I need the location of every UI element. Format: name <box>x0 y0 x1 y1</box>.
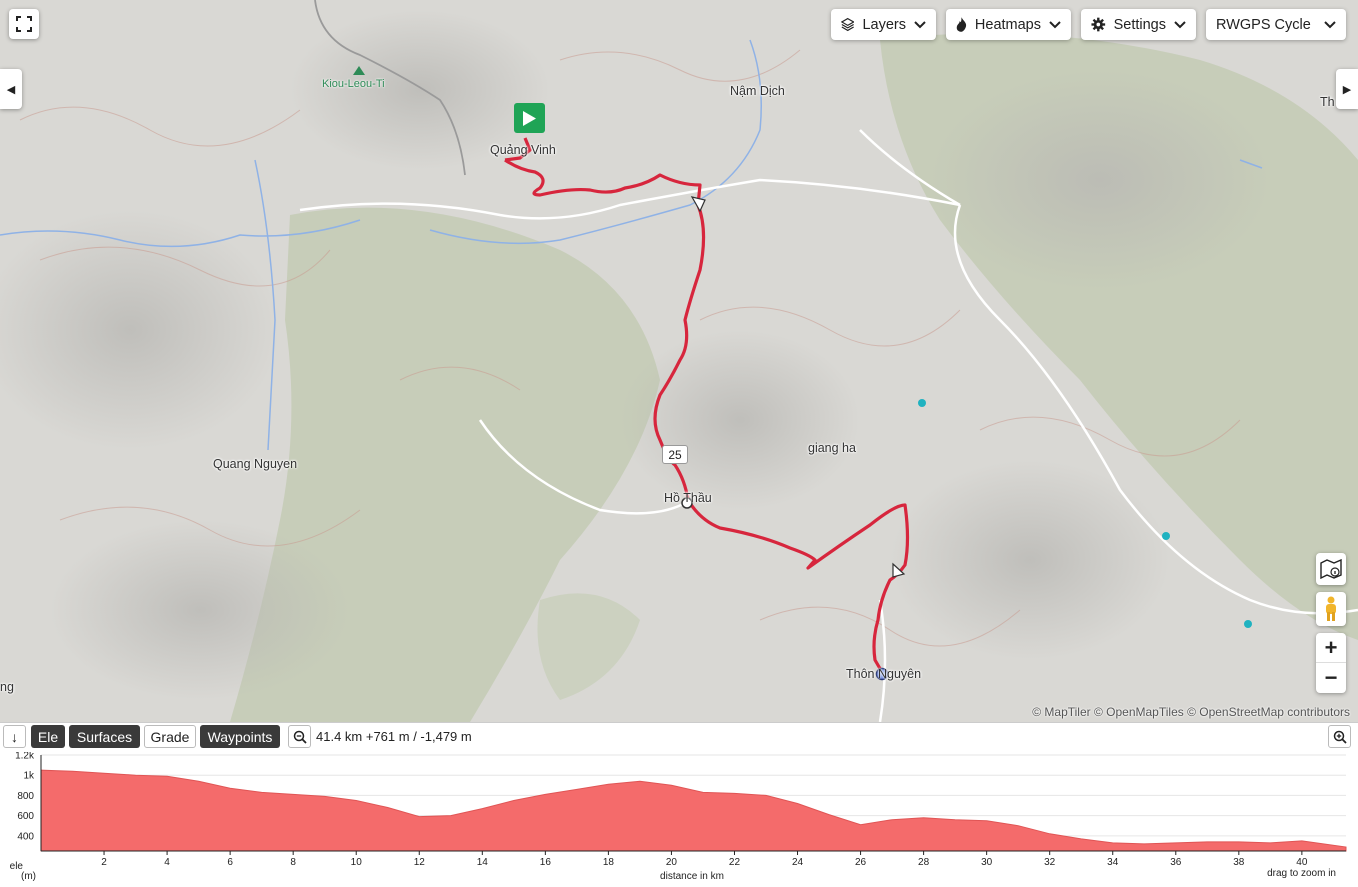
x-tick-label: 38 <box>1233 857 1245 868</box>
zoom-in-icon <box>1333 730 1347 744</box>
place-label-quang-vinh: Quảng Vinh <box>490 143 556 157</box>
x-tick-label: 20 <box>666 857 678 868</box>
x-tick-label: 28 <box>918 857 930 868</box>
place-label-giang-ha: giang ha <box>808 441 856 455</box>
collapse-panel-button[interactable]: ↓ <box>3 725 26 748</box>
chevron-down-icon <box>1324 17 1336 33</box>
zoom-out-icon <box>293 730 307 744</box>
zoom-in-button[interactable]: + <box>1316 633 1346 663</box>
place-label-quang-nguyen: Quang Nguyen <box>213 457 298 471</box>
x-tick-label: 14 <box>477 857 489 868</box>
heatmaps-label: Heatmaps <box>974 16 1041 33</box>
basemap-label: RWGPS Cycle <box>1216 16 1311 33</box>
layers-dropdown[interactable]: Layers <box>831 9 936 40</box>
fullscreen-icon <box>16 16 32 32</box>
basemap-dropdown[interactable]: RWGPS Cycle <box>1206 9 1346 40</box>
tab-grade[interactable]: Grade <box>144 725 196 748</box>
y-tick-label: 1.2k <box>15 752 35 762</box>
chevron-down-icon <box>914 17 926 33</box>
x-tick-label: 6 <box>227 857 233 868</box>
x-axis-label: distance in km <box>660 871 724 882</box>
fullscreen-button[interactable] <box>9 9 39 39</box>
elevation-panel: ↓ Ele Surfaces Grade Waypoints 41.4 km +… <box>0 722 1358 887</box>
y-axis-label-unit: (m) <box>21 871 36 882</box>
place-label-edge-left: ng <box>0 680 14 694</box>
x-tick-label: 2 <box>101 857 107 868</box>
y-tick-label: 600 <box>17 811 34 822</box>
settings-label: Settings <box>1113 16 1166 33</box>
left-panel-toggle[interactable]: ◀ <box>0 69 22 109</box>
x-tick-label: 10 <box>351 857 363 868</box>
right-panel-toggle[interactable]: ▶ <box>1336 69 1358 109</box>
x-tick-label: 32 <box>1044 857 1056 868</box>
x-tick-label: 8 <box>290 857 296 868</box>
tab-ele[interactable]: Ele <box>31 725 65 748</box>
x-tick-label: 26 <box>855 857 867 868</box>
chevron-left-icon: ◀ <box>6 83 16 96</box>
map-info-button[interactable] <box>1316 553 1346 585</box>
y-tick-label: 800 <box>17 791 34 802</box>
x-tick-label: 40 <box>1296 857 1308 868</box>
x-tick-label: 30 <box>981 857 993 868</box>
layers-label: Layers <box>862 16 906 33</box>
place-label-ho-thau: Hồ Thầu <box>664 491 712 505</box>
poi-dot[interactable] <box>918 399 926 407</box>
map-terrain <box>0 0 1358 722</box>
zoom-control: + − <box>1316 633 1346 693</box>
map-info-icon <box>1320 559 1342 579</box>
heatmaps-dropdown[interactable]: Heatmaps <box>946 9 1071 40</box>
chevron-right-icon: ▶ <box>1342 83 1352 96</box>
arrow-down-icon: ↓ <box>11 728 18 745</box>
chevron-down-icon <box>1049 17 1061 33</box>
x-tick-label: 12 <box>414 857 426 868</box>
zoom-out-button[interactable]: − <box>1316 663 1346 693</box>
start-marker[interactable] <box>514 103 545 133</box>
x-tick-label: 4 <box>164 857 170 868</box>
place-label-thon-nguyen: Thôn Nguyên <box>846 667 922 681</box>
x-tick-label: 24 <box>792 857 804 868</box>
zoom-out-chart-button[interactable] <box>288 725 311 748</box>
gear-icon <box>1091 17 1106 32</box>
street-view-button[interactable] <box>1316 592 1346 626</box>
pegman-icon <box>1326 596 1336 621</box>
poi-dot[interactable] <box>1162 532 1170 540</box>
x-tick-label: 18 <box>603 857 615 868</box>
flame-icon <box>956 17 967 32</box>
tab-surfaces[interactable]: Surfaces <box>69 725 140 748</box>
distance-marker[interactable]: 25 <box>662 445 688 464</box>
map-view[interactable]: Kiou-Leou-Ti Quảng Vinh Nậm Dịch Quang N… <box>0 0 1358 722</box>
x-tick-label: 16 <box>540 857 552 868</box>
y-tick-label: 1k <box>23 771 35 782</box>
place-label-edge-right: Th <box>1320 95 1335 109</box>
drag-zoom-hint: drag to zoom in <box>1267 868 1336 879</box>
route-stats: 41.4 km +761 m / -1,479 m <box>316 729 472 744</box>
poi-dot[interactable] <box>1244 620 1252 628</box>
tab-waypoints[interactable]: Waypoints <box>200 725 280 748</box>
zoom-in-chart-button[interactable] <box>1328 725 1351 748</box>
peak-label: Kiou-Leou-Ti <box>322 78 385 90</box>
settings-dropdown[interactable]: Settings <box>1081 9 1196 40</box>
layers-icon <box>841 17 855 32</box>
elevation-chart[interactable]: 4006008001k1.2k2 4 6 8 10 12 14 16 18 20 22 24 26 28 3… <box>0 752 1358 887</box>
x-tick-label: 34 <box>1107 857 1119 868</box>
place-label-nam-dich: Nậm Dịch <box>730 84 785 98</box>
chevron-down-icon <box>1174 17 1186 33</box>
map-attribution[interactable]: © MapTiler © OpenMapTiles © OpenStreetMa… <box>1032 705 1350 719</box>
x-tick-label: 22 <box>729 857 741 868</box>
elevation-area <box>40 769 1347 852</box>
x-tick-label: 36 <box>1170 857 1182 868</box>
y-tick-label: 400 <box>17 831 34 842</box>
